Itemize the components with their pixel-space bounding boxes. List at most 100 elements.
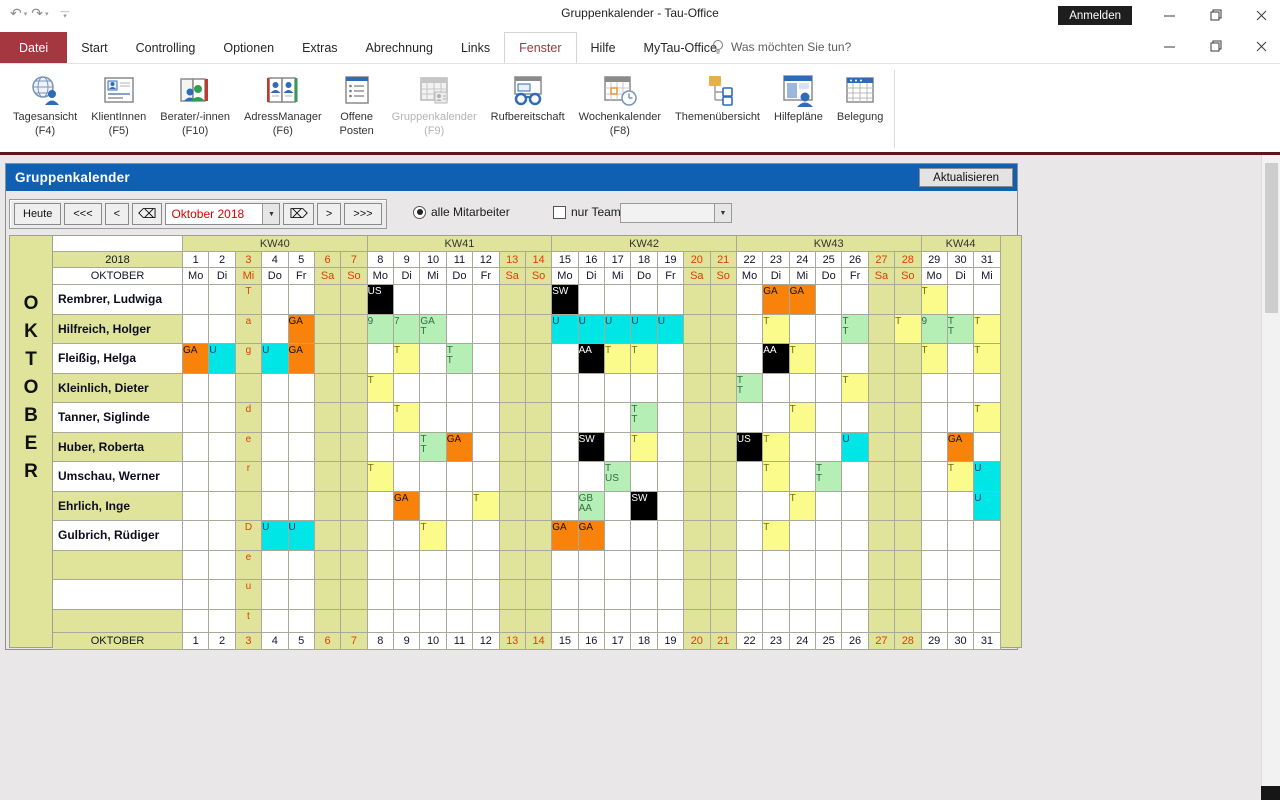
calendar-entry[interactable]: T	[763, 432, 790, 462]
day-cell[interactable]	[684, 285, 711, 315]
day-cell[interactable]	[183, 373, 210, 403]
day-cell[interactable]	[262, 580, 289, 610]
ribbon-button-tagesansicht[interactable]: Tagesansicht (F4)	[6, 68, 84, 138]
day-cell[interactable]	[473, 521, 500, 551]
day-cell[interactable]	[868, 344, 896, 374]
holiday-letter-cell[interactable]: e	[235, 432, 263, 462]
calendar-entry[interactable]: GA	[288, 314, 315, 344]
day-cell[interactable]	[552, 462, 579, 492]
day-cell[interactable]	[341, 550, 368, 580]
day-cell[interactable]	[183, 403, 210, 433]
day-cell[interactable]	[367, 344, 394, 374]
day-cell[interactable]	[262, 550, 289, 580]
day-cell[interactable]	[578, 462, 605, 492]
calendar-entry[interactable]: U	[842, 432, 869, 462]
day-cell[interactable]	[631, 521, 658, 551]
day-cell[interactable]	[974, 432, 1001, 462]
day-cell[interactable]	[816, 403, 843, 433]
calendar-entry[interactable]: GB AA	[578, 491, 605, 521]
day-cell[interactable]	[921, 373, 948, 403]
day-cell[interactable]	[499, 432, 526, 462]
calendar-entry[interactable]: SW	[631, 491, 658, 521]
day-cell[interactable]	[684, 550, 711, 580]
day-cell[interactable]	[921, 521, 948, 551]
calendar-entry[interactable]: TT	[420, 432, 447, 462]
calendar-entry[interactable]: GA	[183, 344, 210, 374]
day-cell[interactable]	[710, 373, 737, 403]
day-cell[interactable]	[868, 609, 896, 633]
day-cell[interactable]	[605, 521, 632, 551]
day-cell[interactable]	[446, 462, 474, 492]
day-cell[interactable]	[816, 373, 843, 403]
day-cell[interactable]	[816, 521, 843, 551]
calendar-entry[interactable]: U	[631, 314, 658, 344]
window-scrollbar-thumb[interactable]	[1265, 163, 1278, 313]
day-cell[interactable]	[446, 491, 474, 521]
day-cell[interactable]	[209, 521, 236, 551]
day-cell[interactable]	[552, 403, 579, 433]
day-cell[interactable]	[842, 344, 869, 374]
day-cell[interactable]	[657, 609, 685, 633]
day-cell[interactable]	[420, 344, 447, 374]
day-cell[interactable]	[631, 285, 658, 315]
calendar-entry[interactable]: GA	[789, 285, 816, 315]
day-cell[interactable]	[446, 609, 474, 633]
day-cell[interactable]	[974, 285, 1001, 315]
day-cell[interactable]	[763, 580, 790, 610]
calendar-entry[interactable]: US	[736, 432, 764, 462]
day-cell[interactable]	[183, 462, 210, 492]
holiday-letter-cell[interactable]	[235, 373, 263, 403]
calendar-entry[interactable]: T	[789, 491, 816, 521]
ribbon-button-klientinnen[interactable]: KlientInnen (F5)	[84, 68, 153, 138]
team-only-checkbox[interactable]: nur Team:	[553, 205, 624, 219]
day-cell[interactable]	[525, 462, 553, 492]
redo-dropdown-icon[interactable]: ▾	[45, 10, 49, 18]
holiday-letter-cell[interactable]: D	[235, 521, 263, 551]
day-cell[interactable]	[921, 403, 948, 433]
day-cell[interactable]	[921, 462, 948, 492]
day-cell[interactable]	[816, 550, 843, 580]
calendar-entry[interactable]: SW	[552, 285, 579, 315]
day-cell[interactable]	[921, 550, 948, 580]
calendar-entry[interactable]: 9	[367, 314, 394, 344]
day-cell[interactable]	[789, 373, 816, 403]
day-cell[interactable]	[710, 580, 737, 610]
tab-start[interactable]: Start	[67, 32, 121, 63]
day-cell[interactable]	[552, 373, 579, 403]
calendar-entry[interactable]: GA	[394, 491, 421, 521]
day-cell[interactable]	[367, 403, 394, 433]
day-cell[interactable]	[895, 373, 922, 403]
day-cell[interactable]	[394, 580, 421, 610]
day-cell[interactable]	[868, 580, 896, 610]
day-cell[interactable]	[684, 462, 711, 492]
day-cell[interactable]	[473, 432, 500, 462]
day-cell[interactable]	[552, 609, 579, 633]
calendar-entry[interactable]: T	[921, 344, 948, 374]
day-cell[interactable]	[816, 580, 843, 610]
day-cell[interactable]	[525, 285, 553, 315]
chevron-down-icon[interactable]: ▼	[714, 204, 731, 222]
day-cell[interactable]	[947, 344, 975, 374]
calendar-entry[interactable]: AA	[578, 344, 605, 374]
day-cell[interactable]	[763, 403, 790, 433]
employee-name[interactable]: Rembrer, Ludwiga	[53, 285, 183, 315]
calendar-entry[interactable]: T	[895, 314, 922, 344]
day-cell[interactable]	[473, 580, 500, 610]
day-cell[interactable]	[367, 609, 394, 633]
calendar-entry[interactable]: U	[262, 344, 289, 374]
day-cell[interactable]	[341, 403, 368, 433]
day-cell[interactable]	[341, 373, 368, 403]
day-cell[interactable]	[446, 314, 474, 344]
day-cell[interactable]	[921, 432, 948, 462]
day-cell[interactable]	[525, 550, 553, 580]
day-cell[interactable]	[605, 580, 632, 610]
holiday-letter-cell[interactable]	[235, 491, 263, 521]
day-cell[interactable]	[816, 491, 843, 521]
day-cell[interactable]	[314, 550, 342, 580]
day-cell[interactable]	[578, 580, 605, 610]
day-cell[interactable]	[578, 285, 605, 315]
calendar-entry[interactable]: U	[578, 314, 605, 344]
day-cell[interactable]	[288, 491, 315, 521]
day-cell[interactable]	[816, 285, 843, 315]
day-cell[interactable]	[394, 609, 421, 633]
